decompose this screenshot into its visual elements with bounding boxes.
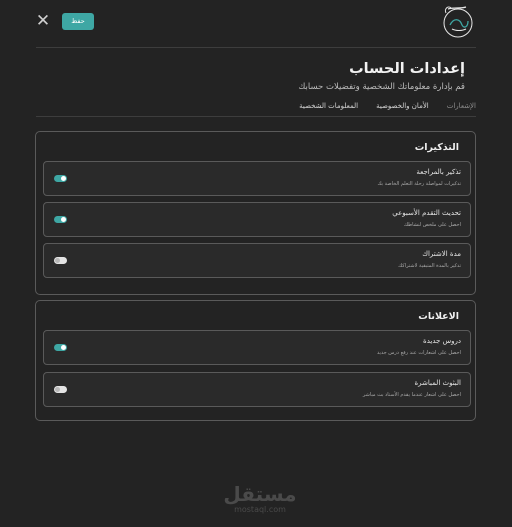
card-title: البثوث المباشرة	[414, 379, 462, 387]
watermark-arabic: مستقل	[223, 482, 297, 506]
card-title: دروس جديدة	[423, 337, 461, 345]
announcements-section: الاعلانات دروس جديدة احصل على اشعارات عن…	[35, 300, 476, 421]
card-description: تذكير بالمدة المتبقية لاشتراكك	[398, 263, 461, 269]
card-title: تحديث التقدم الأسبوعي	[392, 209, 461, 217]
card-description: تذكيرات لمواصلة رحلة التعلم الخاصة بك	[377, 181, 461, 187]
reminders-section: التذكيرات تذكير بالمراجعة تذكيرات لمواصل…	[35, 131, 476, 295]
reminder-subscription-card[interactable]: مدة الاشتراك تذكير بالمدة المتبقية لاشتر…	[43, 243, 471, 278]
toggle-switch[interactable]	[54, 344, 67, 351]
watermark-latin: mostaql.com	[234, 505, 286, 514]
tab-notifications[interactable]: الإشعارات	[447, 102, 476, 116]
reminders-title: التذكيرات	[414, 142, 459, 153]
toggle-switch[interactable]	[54, 175, 67, 182]
card-description: احصل على ملخص لنشاطك	[403, 222, 461, 228]
page-title: إعدادات الحساب	[349, 61, 465, 77]
top-bar: ✕ حفظ	[0, 0, 512, 44]
tab-personal-info[interactable]: المعلومات الشخصية	[299, 102, 358, 116]
card-description: احصل على اشعار عندما يقدم الأستاذ بث مبا…	[362, 392, 461, 398]
watermark: مستقل mostaql.com	[215, 483, 305, 519]
close-icon[interactable]: ✕	[34, 12, 52, 30]
save-button[interactable]: حفظ	[62, 13, 94, 30]
announcement-new-lessons-card[interactable]: دروس جديدة احصل على اشعارات عند رفع درس …	[43, 330, 471, 365]
app-logo	[443, 6, 473, 38]
toggle-knob	[55, 258, 60, 263]
tabs-divider	[36, 116, 476, 117]
settings-tabs: المعلومات الشخصية الأمان والخصوصية الإشع…	[299, 102, 476, 116]
toggle-knob	[55, 387, 60, 392]
reminder-weekly-progress-card[interactable]: تحديث التقدم الأسبوعي احصل على ملخص لنشا…	[43, 202, 471, 237]
card-description: احصل على اشعارات عند رفع درس جديد	[376, 350, 461, 356]
toggle-knob	[61, 176, 66, 181]
toggle-switch[interactable]	[54, 257, 67, 264]
header-divider	[36, 47, 476, 48]
toggle-switch[interactable]	[54, 216, 67, 223]
toggle-knob	[61, 217, 66, 222]
card-title: مدة الاشتراك	[422, 250, 461, 258]
announcement-live-streams-card[interactable]: البثوث المباشرة احصل على اشعار عندما يقد…	[43, 372, 471, 407]
page-subtitle: قم بإدارة معلوماتك الشخصية وتفضيلات حساب…	[298, 82, 465, 92]
toggle-switch[interactable]	[54, 386, 67, 393]
reminder-review-card[interactable]: تذكير بالمراجعة تذكيرات لمواصلة رحلة الت…	[43, 161, 471, 196]
card-title: تذكير بالمراجعة	[416, 168, 461, 176]
tab-security-privacy[interactable]: الأمان والخصوصية	[376, 102, 429, 116]
announcements-title: الاعلانات	[418, 311, 459, 322]
toggle-knob	[61, 345, 66, 350]
